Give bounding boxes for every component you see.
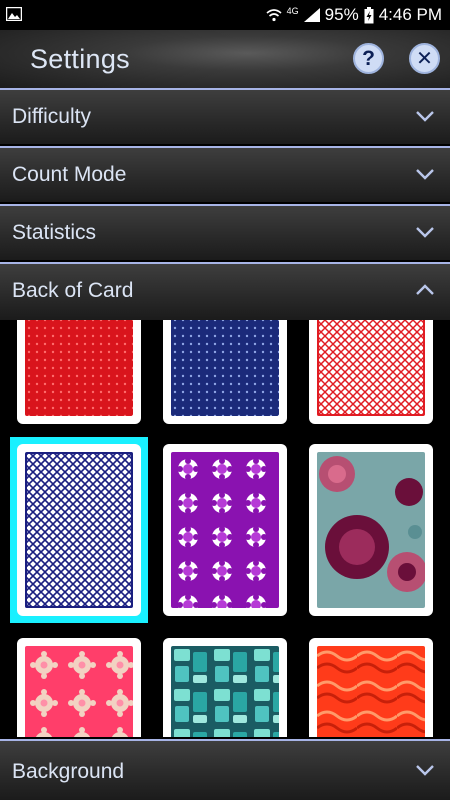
- chevron-down-icon: [416, 227, 434, 238]
- card-back-option-teal-retro[interactable]: [163, 638, 287, 737]
- card-back-pattern: [25, 320, 133, 416]
- close-button[interactable]: ✕: [409, 43, 440, 74]
- card-back-option-blue-diamond[interactable]: [163, 320, 287, 424]
- section-label: Back of Card: [12, 279, 134, 302]
- section-label: Background: [12, 760, 125, 783]
- chevron-down-icon: [416, 111, 434, 122]
- card-back-option-navy-lattice[interactable]: [17, 444, 141, 616]
- card-back-pattern: [171, 452, 279, 608]
- card-back-option-red-waves[interactable]: [309, 638, 433, 737]
- section-label: Statistics: [12, 221, 97, 244]
- chevron-up-icon: [416, 284, 434, 295]
- section-background[interactable]: Background: [0, 739, 450, 800]
- card-back-pattern: [25, 452, 133, 608]
- card-back-option-red-diamond[interactable]: [17, 320, 141, 424]
- battery-percent: 95%: [324, 5, 359, 24]
- wifi-icon: [266, 9, 282, 22]
- section-label: Difficulty: [12, 105, 91, 128]
- help-icon: ?: [362, 46, 375, 70]
- section-back-of-card[interactable]: Back of Card: [0, 262, 450, 320]
- battery-charging-icon: [364, 6, 374, 23]
- page-title: Settings: [30, 44, 130, 74]
- image-notification-icon: [6, 7, 22, 21]
- section-count-mode[interactable]: Count Mode: [0, 146, 450, 202]
- network-type: 4G: [286, 6, 299, 16]
- help-button[interactable]: ?: [353, 43, 384, 74]
- chevron-down-icon: [416, 169, 434, 180]
- close-icon: ✕: [416, 48, 433, 70]
- clock: 4:46 PM: [378, 5, 442, 24]
- card-back-option-red-lattice[interactable]: [309, 320, 433, 424]
- section-statistics[interactable]: Statistics: [0, 204, 450, 260]
- card-back-pattern: [317, 320, 425, 416]
- status-bar: 4G 95% 4:46 PM: [0, 0, 450, 30]
- app-header: Settings ? ✕: [0, 30, 450, 88]
- section-label: Count Mode: [12, 163, 127, 186]
- card-back-grid: [0, 320, 450, 737]
- card-back-pattern: [171, 320, 279, 416]
- card-back-pattern: [25, 646, 133, 737]
- card-back-pattern: [317, 452, 425, 608]
- card-back-pattern: [171, 646, 279, 737]
- signal-icon: [303, 8, 320, 22]
- card-back-option-teal-bubbles[interactable]: [309, 444, 433, 616]
- card-back-pattern: [317, 646, 425, 737]
- chevron-down-icon: [416, 765, 434, 776]
- card-back-option-pink-flowers[interactable]: [17, 638, 141, 737]
- section-difficulty[interactable]: Difficulty: [0, 88, 450, 144]
- card-back-option-purple-floral[interactable]: [163, 444, 287, 616]
